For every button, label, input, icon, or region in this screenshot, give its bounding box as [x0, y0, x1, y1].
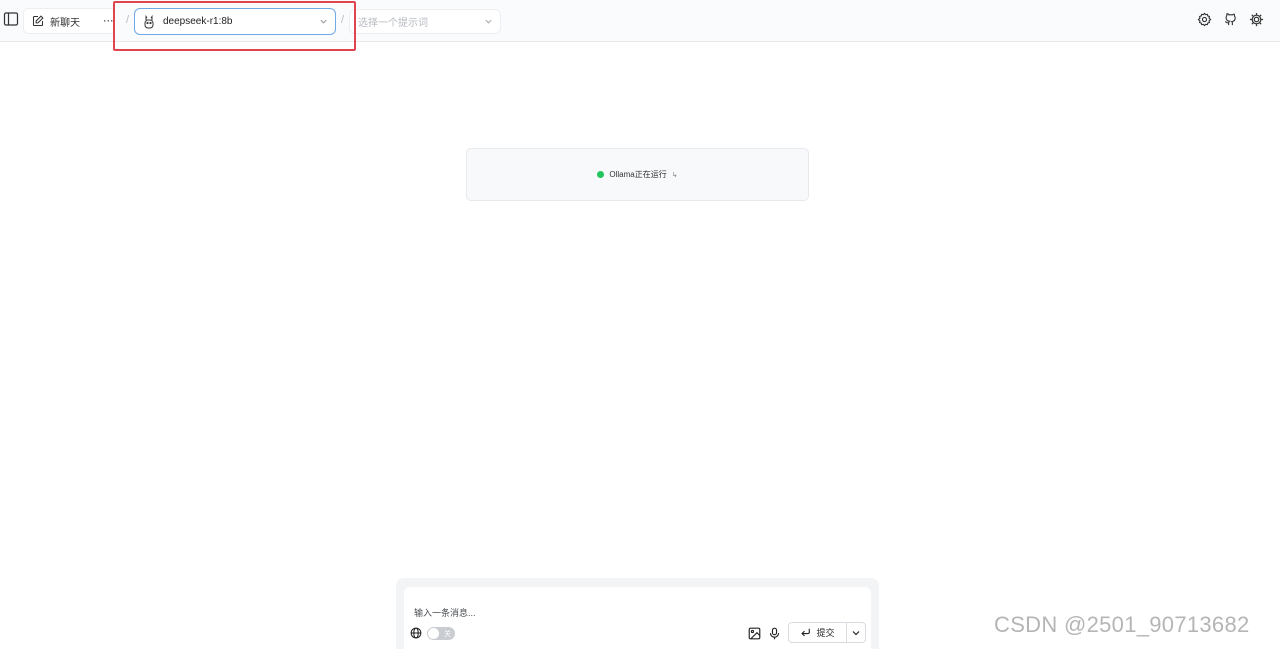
- more-options-button[interactable]: ···: [100, 11, 116, 29]
- submit-button-group: 提交: [788, 622, 866, 643]
- chevron-down-icon: [851, 628, 861, 638]
- edit-icon: [32, 15, 44, 27]
- image-upload-icon[interactable]: [748, 627, 761, 640]
- toggle-label: 关: [444, 631, 451, 638]
- microphone-icon[interactable]: [768, 627, 781, 640]
- prompt-select-placeholder: 选择一个提示词: [358, 18, 428, 29]
- link-arrow-icon[interactable]: ↳: [672, 171, 678, 179]
- enter-icon: [800, 627, 811, 638]
- watermark-text: CSDN @2501_90713682: [994, 612, 1250, 637]
- sidebar-toggle-icon[interactable]: [2, 10, 20, 28]
- new-chat-label: 新聊天: [50, 17, 80, 29]
- breadcrumb-separator: /: [341, 14, 345, 26]
- toggle-knob: [428, 628, 439, 639]
- globe-icon[interactable]: [410, 627, 422, 639]
- composer: 关 提交: [404, 587, 871, 649]
- chevron-down-icon: [484, 17, 493, 26]
- github-icon[interactable]: [1223, 12, 1238, 27]
- top-bar: 新聊天 ··· / deepseek-r1:8b / 选择一个提示词: [0, 0, 1280, 51]
- status-dot: [597, 171, 605, 178]
- header-actions: [1197, 12, 1264, 27]
- settings-cog-icon[interactable]: [1197, 12, 1212, 27]
- composer-container: 关 提交: [396, 578, 879, 649]
- message-input[interactable]: [414, 605, 854, 621]
- model-select-value: deepseek-r1:8b: [163, 16, 233, 27]
- ollama-status-card: Ollama正在运行 ↳: [466, 148, 809, 201]
- submit-options-button[interactable]: [847, 623, 865, 642]
- breadcrumb-separator: /: [126, 14, 130, 26]
- status-text: Ollama正在运行: [609, 170, 667, 179]
- web-search-toggle[interactable]: 关: [427, 627, 455, 640]
- chevron-down-icon: [319, 17, 328, 26]
- model-select[interactable]: deepseek-r1:8b: [134, 8, 336, 35]
- submit-button[interactable]: 提交: [789, 623, 847, 642]
- prompt-select[interactable]: 选择一个提示词: [349, 9, 501, 34]
- ollama-llama-icon: [143, 14, 155, 29]
- submit-label: 提交: [816, 628, 835, 638]
- gear-icon[interactable]: [1249, 12, 1264, 27]
